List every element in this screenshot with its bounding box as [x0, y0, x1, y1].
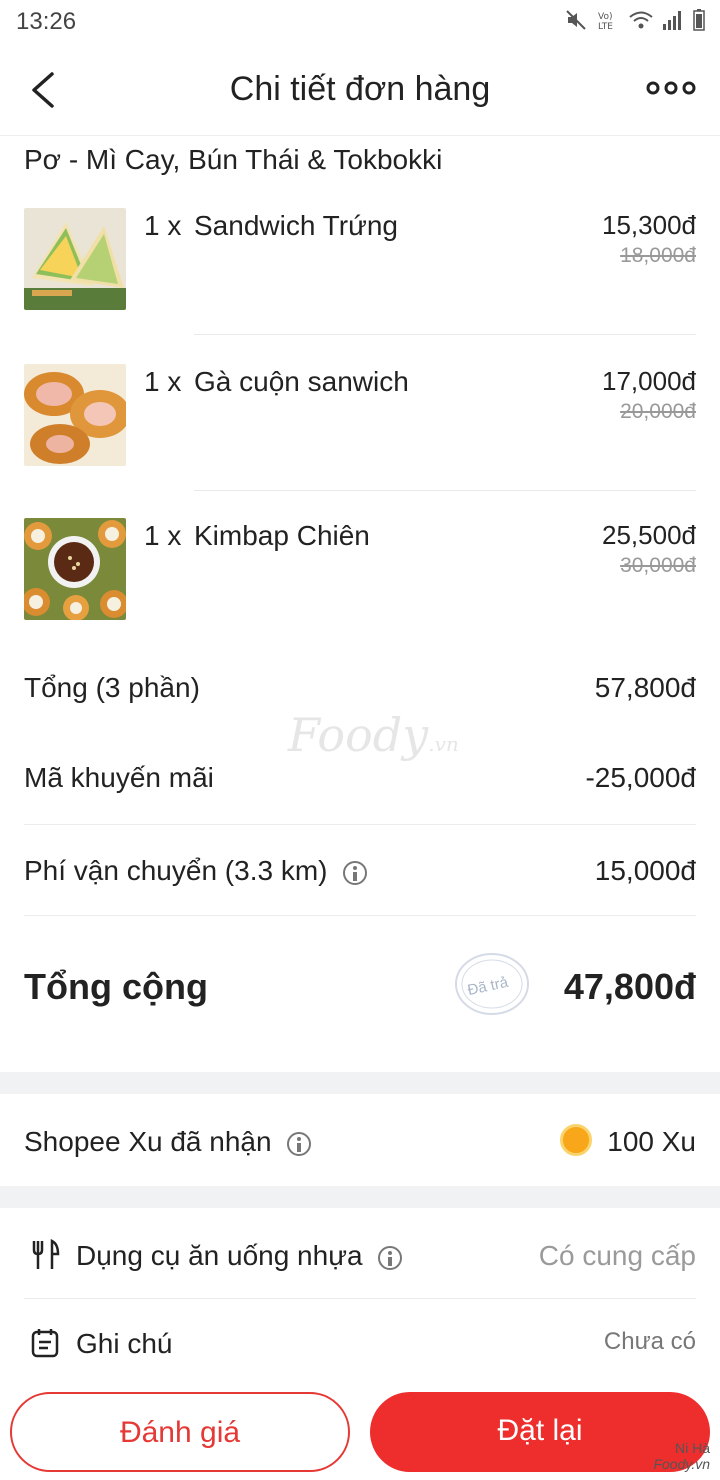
item-divider — [194, 490, 696, 491]
order-item: 1 x Sandwich Trứng 15,300đ 18,000đ — [24, 208, 696, 312]
signal-icon — [663, 11, 681, 30]
food-image — [24, 518, 126, 620]
item-price: 25,500đ — [602, 520, 696, 550]
shopee-xu-label-text: Shopee Xu đã nhận — [24, 1126, 272, 1157]
divider — [24, 915, 696, 916]
subtotal-label: Tổng (3 phần) — [24, 672, 200, 703]
clock: 13:26 — [16, 8, 77, 35]
item-name: Kimbap Chiên — [194, 520, 370, 551]
svg-text:Vo): Vo) — [598, 12, 612, 22]
corner-watermark: Ni Hà Foody.vn — [653, 1440, 710, 1472]
item-name: Gà cuộn sanwich — [194, 366, 409, 397]
item-quantity: 1 x — [144, 520, 182, 551]
note-label: Ghi chú — [76, 1328, 173, 1359]
divider — [24, 824, 696, 825]
shopee-xu-value: 100 Xu — [607, 1126, 696, 1157]
corner-brand: Foody.vn — [653, 1456, 710, 1472]
grand-total-value: 47,800đ — [563, 966, 696, 1007]
food-image — [24, 208, 126, 310]
svg-text:LTE: LTE — [598, 22, 613, 32]
promo-value: -25,000đ — [585, 762, 696, 793]
info-icon[interactable] — [343, 860, 368, 885]
info-icon[interactable] — [378, 1245, 403, 1270]
grand-total-label: Tổng cộng — [24, 966, 208, 1007]
shopee-xu-row: Shopee Xu đã nhận 100 Xu — [24, 1118, 696, 1168]
mute-icon — [566, 10, 586, 30]
more-options-icon[interactable] — [646, 76, 696, 100]
item-price: 15,300đ — [602, 210, 696, 240]
item-quantity: 1 x — [144, 210, 182, 241]
status-icons: Vo) LTE — [564, 8, 706, 32]
promo-label: Mã khuyến mãi — [24, 762, 214, 793]
item-quantity: 1 x — [144, 366, 182, 397]
item-original-price: 18,000đ — [620, 244, 696, 267]
shipping-row: Phí vận chuyển (3.3 km) 15,000đ — [24, 843, 696, 903]
status-bar: 13:26 Vo) LTE — [0, 0, 720, 44]
note-value: Chưa có — [603, 1328, 696, 1355]
item-original-price: 20,000đ — [620, 400, 696, 423]
shop-name[interactable]: Pơ - Mì Cay, Bún Thái & Tokbokki — [24, 144, 442, 176]
shipping-label: Phí vận chuyển (3.3 km) — [24, 855, 368, 887]
battery-icon — [693, 9, 705, 31]
fork-knife-icon — [32, 1238, 60, 1269]
item-price: 17,000đ — [602, 366, 696, 396]
paid-stamp-text: Đã trả — [466, 974, 510, 999]
coin-icon — [560, 1124, 592, 1156]
food-image — [24, 364, 126, 466]
info-icon[interactable] — [287, 1131, 312, 1156]
order-item: 1 x Gà cuộn sanwich 17,000đ 20,000đ — [24, 364, 696, 468]
shopee-xu-label: Shopee Xu đã nhận — [24, 1126, 312, 1158]
section-gap — [0, 1186, 720, 1208]
shipping-label-text: Phí vận chuyển (3.3 km) — [24, 855, 328, 886]
divider — [24, 1298, 696, 1299]
utensils-label: Dụng cụ ăn uống nhựa — [76, 1240, 403, 1272]
wifi-icon — [629, 11, 653, 29]
subtotal-row: Tổng (3 phần) 57,800đ — [24, 660, 696, 720]
utensils-value: Có cung cấp — [538, 1240, 696, 1271]
note-row[interactable]: Ghi chú Chưa có — [24, 1314, 696, 1374]
utensils-label-text: Dụng cụ ăn uống nhựa — [76, 1240, 363, 1271]
item-name: Sandwich Trứng — [194, 210, 398, 241]
app-header: Chi tiết đơn hàng — [0, 44, 720, 136]
note-calendar-icon — [31, 1329, 59, 1358]
volte-icon: Vo)LTE — [598, 12, 613, 32]
item-divider — [194, 334, 696, 335]
corner-name: Ni Hà — [674, 1440, 710, 1456]
rate-button[interactable]: Đánh giá — [10, 1392, 350, 1472]
section-gap — [0, 1072, 720, 1094]
paid-stamp-icon: Đã trả — [455, 953, 529, 1015]
order-item: 1 x Kimbap Chiên 25,500đ 30,000đ — [24, 518, 696, 622]
shipping-value: 15,000đ — [594, 855, 696, 886]
item-original-price: 30,000đ — [620, 554, 696, 577]
promo-row: Mã khuyến mãi -25,000đ — [24, 750, 696, 810]
utensils-row[interactable]: Dụng cụ ăn uống nhựa Có cung cấp — [24, 1226, 696, 1286]
subtotal-value: 57,800đ — [594, 672, 696, 703]
page-title: Chi tiết đơn hàng — [229, 70, 491, 108]
